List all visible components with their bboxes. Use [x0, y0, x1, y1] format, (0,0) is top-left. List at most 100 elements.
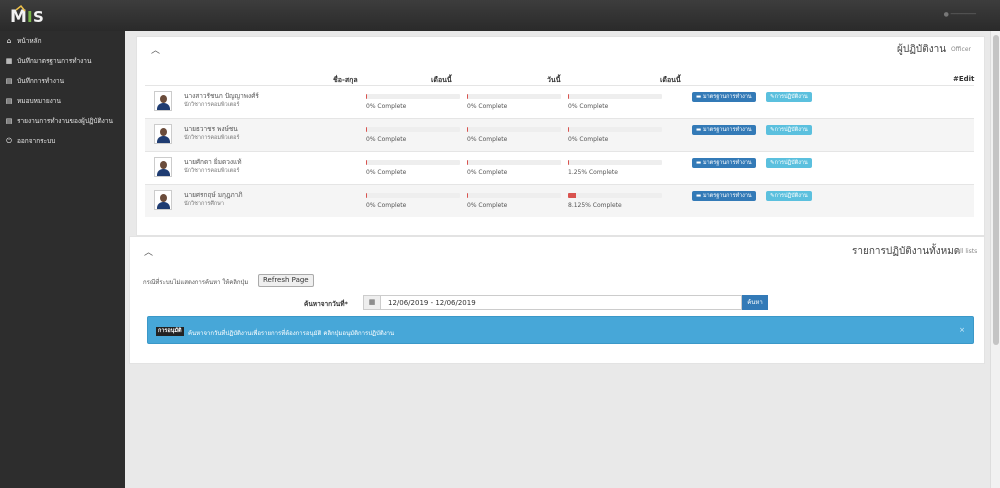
home-icon: ⌂	[6, 37, 12, 45]
sidebar-item-logout[interactable]: ⏻ ออกจากระบบ	[0, 131, 125, 151]
progress-bar	[467, 94, 561, 99]
sidebar-item-label: บันทึกการทำงาน	[17, 77, 65, 85]
column-header-edit: #Edit	[953, 75, 975, 83]
table-row: นายศักดา ยิ่มดวงแท้ นักวิชาการคอมพิวเตอร…	[145, 151, 974, 184]
sidebar-item-home[interactable]: ⌂ หน้าหลัก	[0, 31, 125, 51]
table-row: นายศรกฤษ์ มกุฎภาภิ นักวิชาการศึกษา 0% Co…	[145, 184, 974, 217]
employee-position: นักวิชาการคอมพิวเตอร์	[184, 168, 240, 174]
progress-bar	[467, 193, 561, 198]
sidebar: ⌂ หน้าหลัก ▦ บันทึกมาตรฐานการทำงาน ▤ บัน…	[0, 31, 125, 488]
officer-panel: ︿ ผู้ปฏิบัติงาน Officer ชื่อ-สกุล เดือนน…	[136, 36, 985, 236]
folder-icon: ▬	[696, 193, 703, 199]
book-icon: ▤	[5, 117, 13, 125]
date-search-label: ค้นหาจากวันที่*	[304, 300, 348, 308]
progress-fill	[467, 193, 469, 198]
progress-label: 0% Complete	[366, 202, 407, 209]
employee-name: นางสาวรัชนก ปัญญาพงศ์ร์	[184, 92, 259, 100]
progress-bar	[568, 193, 662, 198]
calendar-icon: ▦	[364, 296, 381, 309]
progress-label: 0% Complete	[467, 136, 508, 143]
svg-text:I: I	[27, 8, 33, 26]
folder-icon: ▬	[696, 94, 703, 100]
duty-button[interactable]: ✎การปฏิบัติงาน	[766, 92, 812, 102]
user-menu[interactable]: ● ───────	[944, 11, 976, 18]
top-navbar: M I S ● ───────	[0, 0, 1000, 31]
sidebar-item-work-log[interactable]: ▤ บันทึกการทำงาน	[0, 71, 125, 91]
approval-alert: การอนุมัติ ค้นหาจากวันที่ปฏิบัติงานเพื่อ…	[147, 316, 974, 344]
progress-fill	[366, 160, 368, 165]
progress-fill	[366, 193, 368, 198]
work-standard-button[interactable]: ▬ มาตรฐานการทำงาน	[692, 158, 756, 168]
grid-icon: ▦	[5, 57, 13, 65]
alert-message: ค้นหาจากวันที่ปฏิบัติงานเพื่อรายการที่ต้…	[188, 330, 395, 337]
sidebar-item-label: รายงานการทำงานของผู้ปฏิบัติงาน	[17, 117, 113, 125]
progress-bar	[568, 94, 662, 99]
table-row: นางสาวรัชนก ปัญญาพงศ์ร์ นักวิชาการคอมพิว…	[145, 85, 974, 118]
avatar	[154, 190, 172, 210]
work-standard-button[interactable]: ▬ มาตรฐานการทำงาน	[692, 125, 756, 135]
collapse-chevron-icon[interactable]: ︿	[151, 43, 160, 56]
employee-name: นายศักดา ยิ่มดวงแท้	[184, 158, 242, 166]
progress-bar	[568, 127, 662, 132]
progress-fill	[467, 127, 469, 132]
collapse-chevron-icon[interactable]: ︿	[144, 245, 153, 258]
progress-fill	[467, 160, 469, 165]
progress-label: 0% Complete	[366, 136, 407, 143]
book-icon: ▤	[5, 97, 13, 105]
progress-label: 0% Complete	[366, 169, 407, 176]
duty-button[interactable]: ✎การปฏิบัติงาน	[766, 158, 812, 168]
sidebar-item-assign[interactable]: ▤ หมอบหมายงาน	[0, 91, 125, 111]
avatar	[154, 91, 172, 111]
progress-label: 0% Complete	[467, 169, 508, 176]
progress-bar	[467, 160, 561, 165]
progress-label: 0% Complete	[568, 136, 609, 143]
refresh-hint: กรณีที่ระบบไม่แสดงการค้นหา ให้คลิกปุ่ม	[143, 279, 249, 286]
date-range-value: 12/06/2019 - 12/06/2019	[388, 299, 476, 307]
progress-label: 0% Complete	[467, 103, 508, 110]
sidebar-item-label: ออกจากระบบ	[17, 137, 56, 145]
progress-label: 1.25% Complete	[568, 169, 618, 176]
work-standard-button[interactable]: ▬ มาตรฐานการทำงาน	[692, 92, 756, 102]
avatar	[154, 124, 172, 144]
progress-bar	[366, 193, 460, 198]
book-icon: ▤	[5, 77, 13, 85]
employee-name: นายธวาชร พงษ์ชน	[184, 125, 238, 133]
main-content: ︿ ผู้ปฏิบัติงาน Officer ชื่อ-สกุล เดือนน…	[125, 31, 990, 488]
duty-button[interactable]: ✎การปฏิบัติงาน	[766, 191, 812, 201]
scrollbar-thumb[interactable]	[993, 35, 999, 345]
sidebar-item-report[interactable]: ▤ รายงานการทำงานของผู้ปฏิบัติงาน	[0, 111, 125, 131]
work-standard-button[interactable]: ▬ มาตรฐานการทำงาน	[692, 191, 756, 201]
sidebar-item-work-standard[interactable]: ▦ บันทึกมาตรฐานการทำงาน	[0, 51, 125, 71]
panel-subtitle: Officer	[951, 46, 971, 53]
page-scrollbar[interactable]	[990, 31, 1000, 488]
sidebar-item-label: หมอบหมายงาน	[17, 97, 61, 105]
progress-fill	[467, 94, 469, 99]
progress-fill	[568, 160, 570, 165]
sidebar-item-label: หน้าหลัก	[17, 37, 42, 45]
progress-bar	[366, 94, 460, 99]
avatar	[154, 157, 172, 177]
refresh-page-button[interactable]: Refresh Page	[258, 274, 314, 287]
progress-label: 0% Complete	[366, 103, 407, 110]
logout-icon: ⏻	[6, 136, 12, 145]
employee-position: นักวิชาการศึกษา	[184, 201, 224, 207]
progress-bar	[366, 127, 460, 132]
all-lists-panel: ︿ รายการปฏิบัติงานทั้งหมด All lists กรณี…	[129, 236, 985, 364]
search-button[interactable]: ค้นหา	[742, 295, 768, 310]
svg-text:S: S	[33, 8, 44, 26]
mis-logo[interactable]: M I S	[8, 4, 48, 26]
employee-name: นายศรกฤษ์ มกุฎภาภิ	[184, 191, 243, 199]
folder-icon: ▬	[696, 127, 703, 133]
duty-button[interactable]: ✎การปฏิบัติงาน	[766, 125, 812, 135]
panel-subtitle: All lists	[956, 248, 978, 255]
date-range-input[interactable]: ▦ 12/06/2019 - 12/06/2019	[363, 295, 742, 310]
progress-fill	[568, 94, 570, 99]
employee-position: นักวิชาการคอมพิวเตอร์	[184, 135, 240, 141]
sidebar-item-label: บันทึกมาตรฐานการทำงาน	[17, 57, 92, 65]
progress-fill	[568, 127, 570, 132]
progress-fill	[366, 127, 368, 132]
close-icon[interactable]: ×	[959, 326, 965, 334]
progress-bar	[467, 127, 561, 132]
progress-label: 8.125% Complete	[568, 202, 622, 209]
approval-badge: การอนุมัติ	[156, 327, 184, 336]
